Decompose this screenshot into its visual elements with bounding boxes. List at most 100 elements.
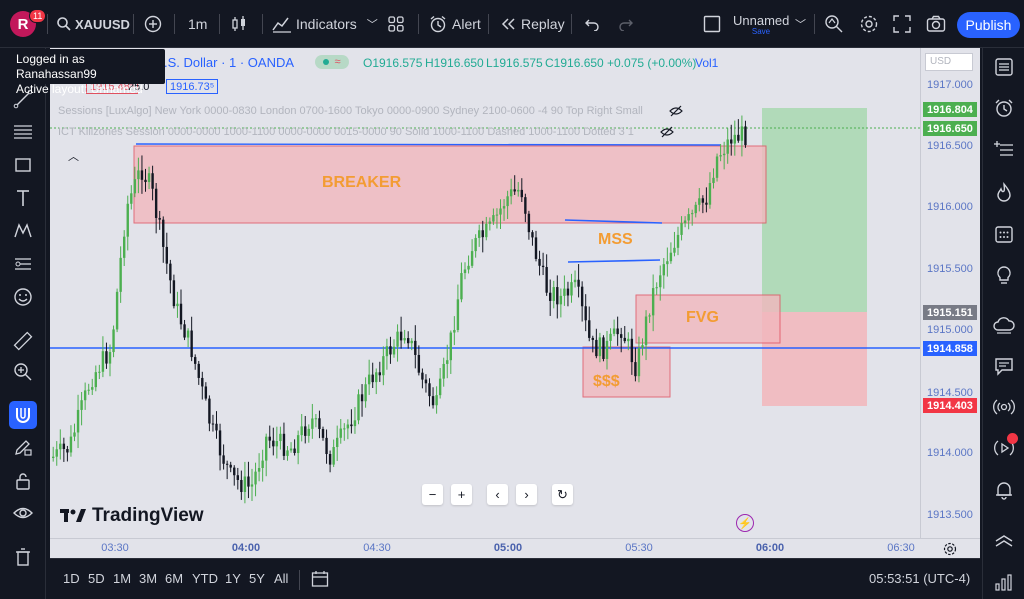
forecast-tool[interactable] — [9, 250, 37, 278]
candle-body — [265, 436, 268, 461]
range-1d[interactable]: 1D — [63, 571, 80, 586]
candle-body — [55, 449, 58, 457]
candle-body — [651, 288, 655, 316]
alerts-panel-button[interactable] — [990, 94, 1018, 122]
scroll-left-button[interactable]: ‹ — [487, 484, 508, 505]
object-tree-button[interactable] — [990, 136, 1018, 164]
range-5d[interactable]: 5D — [88, 571, 105, 586]
layout-menu-chevron-icon[interactable]: ﹀ — [795, 0, 806, 48]
calendar-icon[interactable] — [311, 570, 329, 588]
zoom-out-button[interactable]: − — [422, 484, 443, 505]
price-tick: 1917.000 — [927, 79, 973, 91]
replay-panel-button[interactable] — [990, 433, 1018, 462]
news-button[interactable] — [990, 311, 1018, 339]
settings-button[interactable] — [859, 0, 879, 48]
range-ytd[interactable]: YTD — [192, 571, 218, 586]
streams-button[interactable] — [990, 393, 1018, 421]
remove-drawings-tool[interactable] — [9, 543, 37, 571]
breaker-top-line[interactable] — [135, 143, 721, 146]
symbol-search[interactable]: XAUUSD — [56, 0, 130, 48]
ideas-button[interactable] — [990, 261, 1018, 289]
candle-body — [627, 338, 630, 342]
scroll-right-button[interactable]: › — [516, 484, 537, 505]
symbol-title[interactable]: .S. Dollar · 1 · OANDA — [164, 55, 294, 70]
candle-body — [715, 156, 719, 178]
publish-button[interactable]: Publish — [957, 12, 1020, 38]
indicator-sessions[interactable]: Sessions [LuxAlgo] New York 0000-0830 Lo… — [58, 105, 643, 117]
buy-price-button[interactable]: 1916.73⁵ — [166, 79, 219, 94]
reset-chart-button[interactable]: ↻ — [552, 484, 573, 505]
ohlc-high: H1916.650 — [425, 56, 484, 70]
tradingview-logo[interactable]: TradingView — [60, 505, 204, 527]
hide-drawings-tool[interactable] — [9, 499, 37, 527]
text-tool[interactable] — [9, 184, 37, 212]
pattern-tool[interactable] — [9, 217, 37, 245]
mss-line-lower[interactable] — [567, 259, 661, 263]
interval-label: 1m — [188, 16, 208, 32]
range-1y[interactable]: 1Y — [225, 571, 241, 586]
candle-body — [517, 189, 520, 192]
candle-body — [733, 134, 736, 144]
snapshot-button[interactable] — [926, 0, 946, 48]
chats-button[interactable] — [990, 352, 1018, 380]
rectangle-tool[interactable] — [9, 151, 37, 179]
candle-body — [527, 213, 531, 233]
alert-button[interactable]: Alert — [429, 0, 481, 48]
redo-button[interactable] — [618, 0, 634, 48]
hotlists-button[interactable] — [990, 178, 1018, 206]
eye-off-icon[interactable] — [669, 105, 683, 117]
breaker-zone[interactable] — [133, 145, 767, 224]
stay-in-drawing-tool[interactable] — [9, 433, 37, 461]
replay-button[interactable]: Replay — [500, 0, 565, 48]
candle-body — [460, 273, 463, 300]
interval-button[interactable]: 1m — [188, 0, 207, 48]
order-panel-button[interactable] — [990, 568, 1018, 596]
chevron-down-icon[interactable]: ﹀ — [367, 16, 378, 32]
range-1m[interactable]: 1M — [113, 571, 131, 586]
chart-type-button[interactable] — [230, 0, 248, 48]
zoom-tool[interactable] — [9, 358, 37, 386]
calendar-panel-button[interactable] — [990, 220, 1018, 248]
fib-tool[interactable] — [9, 118, 37, 146]
chart-pane[interactable]: .S. Dollar · 1 · OANDA ≈ O1916.575 H1916… — [50, 48, 920, 538]
layout-checkbox[interactable] — [703, 0, 721, 48]
range-6m[interactable]: 6M — [165, 571, 183, 586]
candle-body — [719, 155, 722, 157]
divider — [47, 14, 48, 34]
measure-tool[interactable] — [9, 327, 37, 355]
undo-button[interactable] — [584, 0, 600, 48]
layout-name-button[interactable]: Unnamed Save — [733, 13, 789, 36]
axis-settings-gear-icon[interactable] — [943, 542, 957, 556]
eye-off-icon[interactable] — [660, 126, 674, 138]
candle-body — [410, 340, 413, 344]
price-tick: 1916.500 — [927, 140, 973, 152]
collapse-panel-button[interactable] — [990, 528, 1018, 556]
collapse-legend-icon[interactable]: ︿ — [68, 148, 79, 164]
indicator-killzones[interactable]: ICT Killzones Session 0000-0000 1000-110… — [58, 126, 634, 138]
target-zone[interactable] — [762, 108, 867, 312]
watchlist-button[interactable] — [990, 53, 1018, 81]
time-tick: 03:30 — [101, 542, 129, 554]
candle-body — [91, 387, 94, 390]
lock-drawings-tool[interactable] — [9, 467, 37, 495]
lightning-icon[interactable]: ⚡ — [736, 514, 754, 532]
price-chart[interactable] — [50, 48, 920, 538]
range-all[interactable]: All — [274, 571, 288, 586]
emoji-tool[interactable] — [9, 283, 37, 311]
price-axis[interactable]: USD 1917.000 1916.500 1916.000 1915.500 … — [920, 48, 980, 538]
templates-button[interactable] — [387, 0, 405, 48]
magnet-tool[interactable] — [9, 401, 37, 429]
time-axis[interactable]: 03:30 04:00 04:30 05:00 05:30 06:00 06:3… — [50, 538, 980, 558]
notifications-button[interactable] — [990, 476, 1018, 504]
currency-button[interactable]: USD — [925, 53, 973, 71]
range-3m[interactable]: 3M — [139, 571, 157, 586]
zoom-in-button[interactable]: + — [451, 484, 472, 505]
candle-body — [385, 346, 389, 357]
quick-search-button[interactable] — [824, 0, 844, 48]
fullscreen-button[interactable] — [893, 0, 911, 48]
market-status-badge[interactable]: ≈ — [315, 55, 349, 69]
range-5y[interactable]: 5Y — [249, 571, 265, 586]
compare-button[interactable] — [144, 0, 162, 48]
indicators-button[interactable]: Indicators ﹀ — [272, 0, 378, 48]
clock-timezone[interactable]: 05:53:51 (UTC-4) — [869, 571, 970, 586]
